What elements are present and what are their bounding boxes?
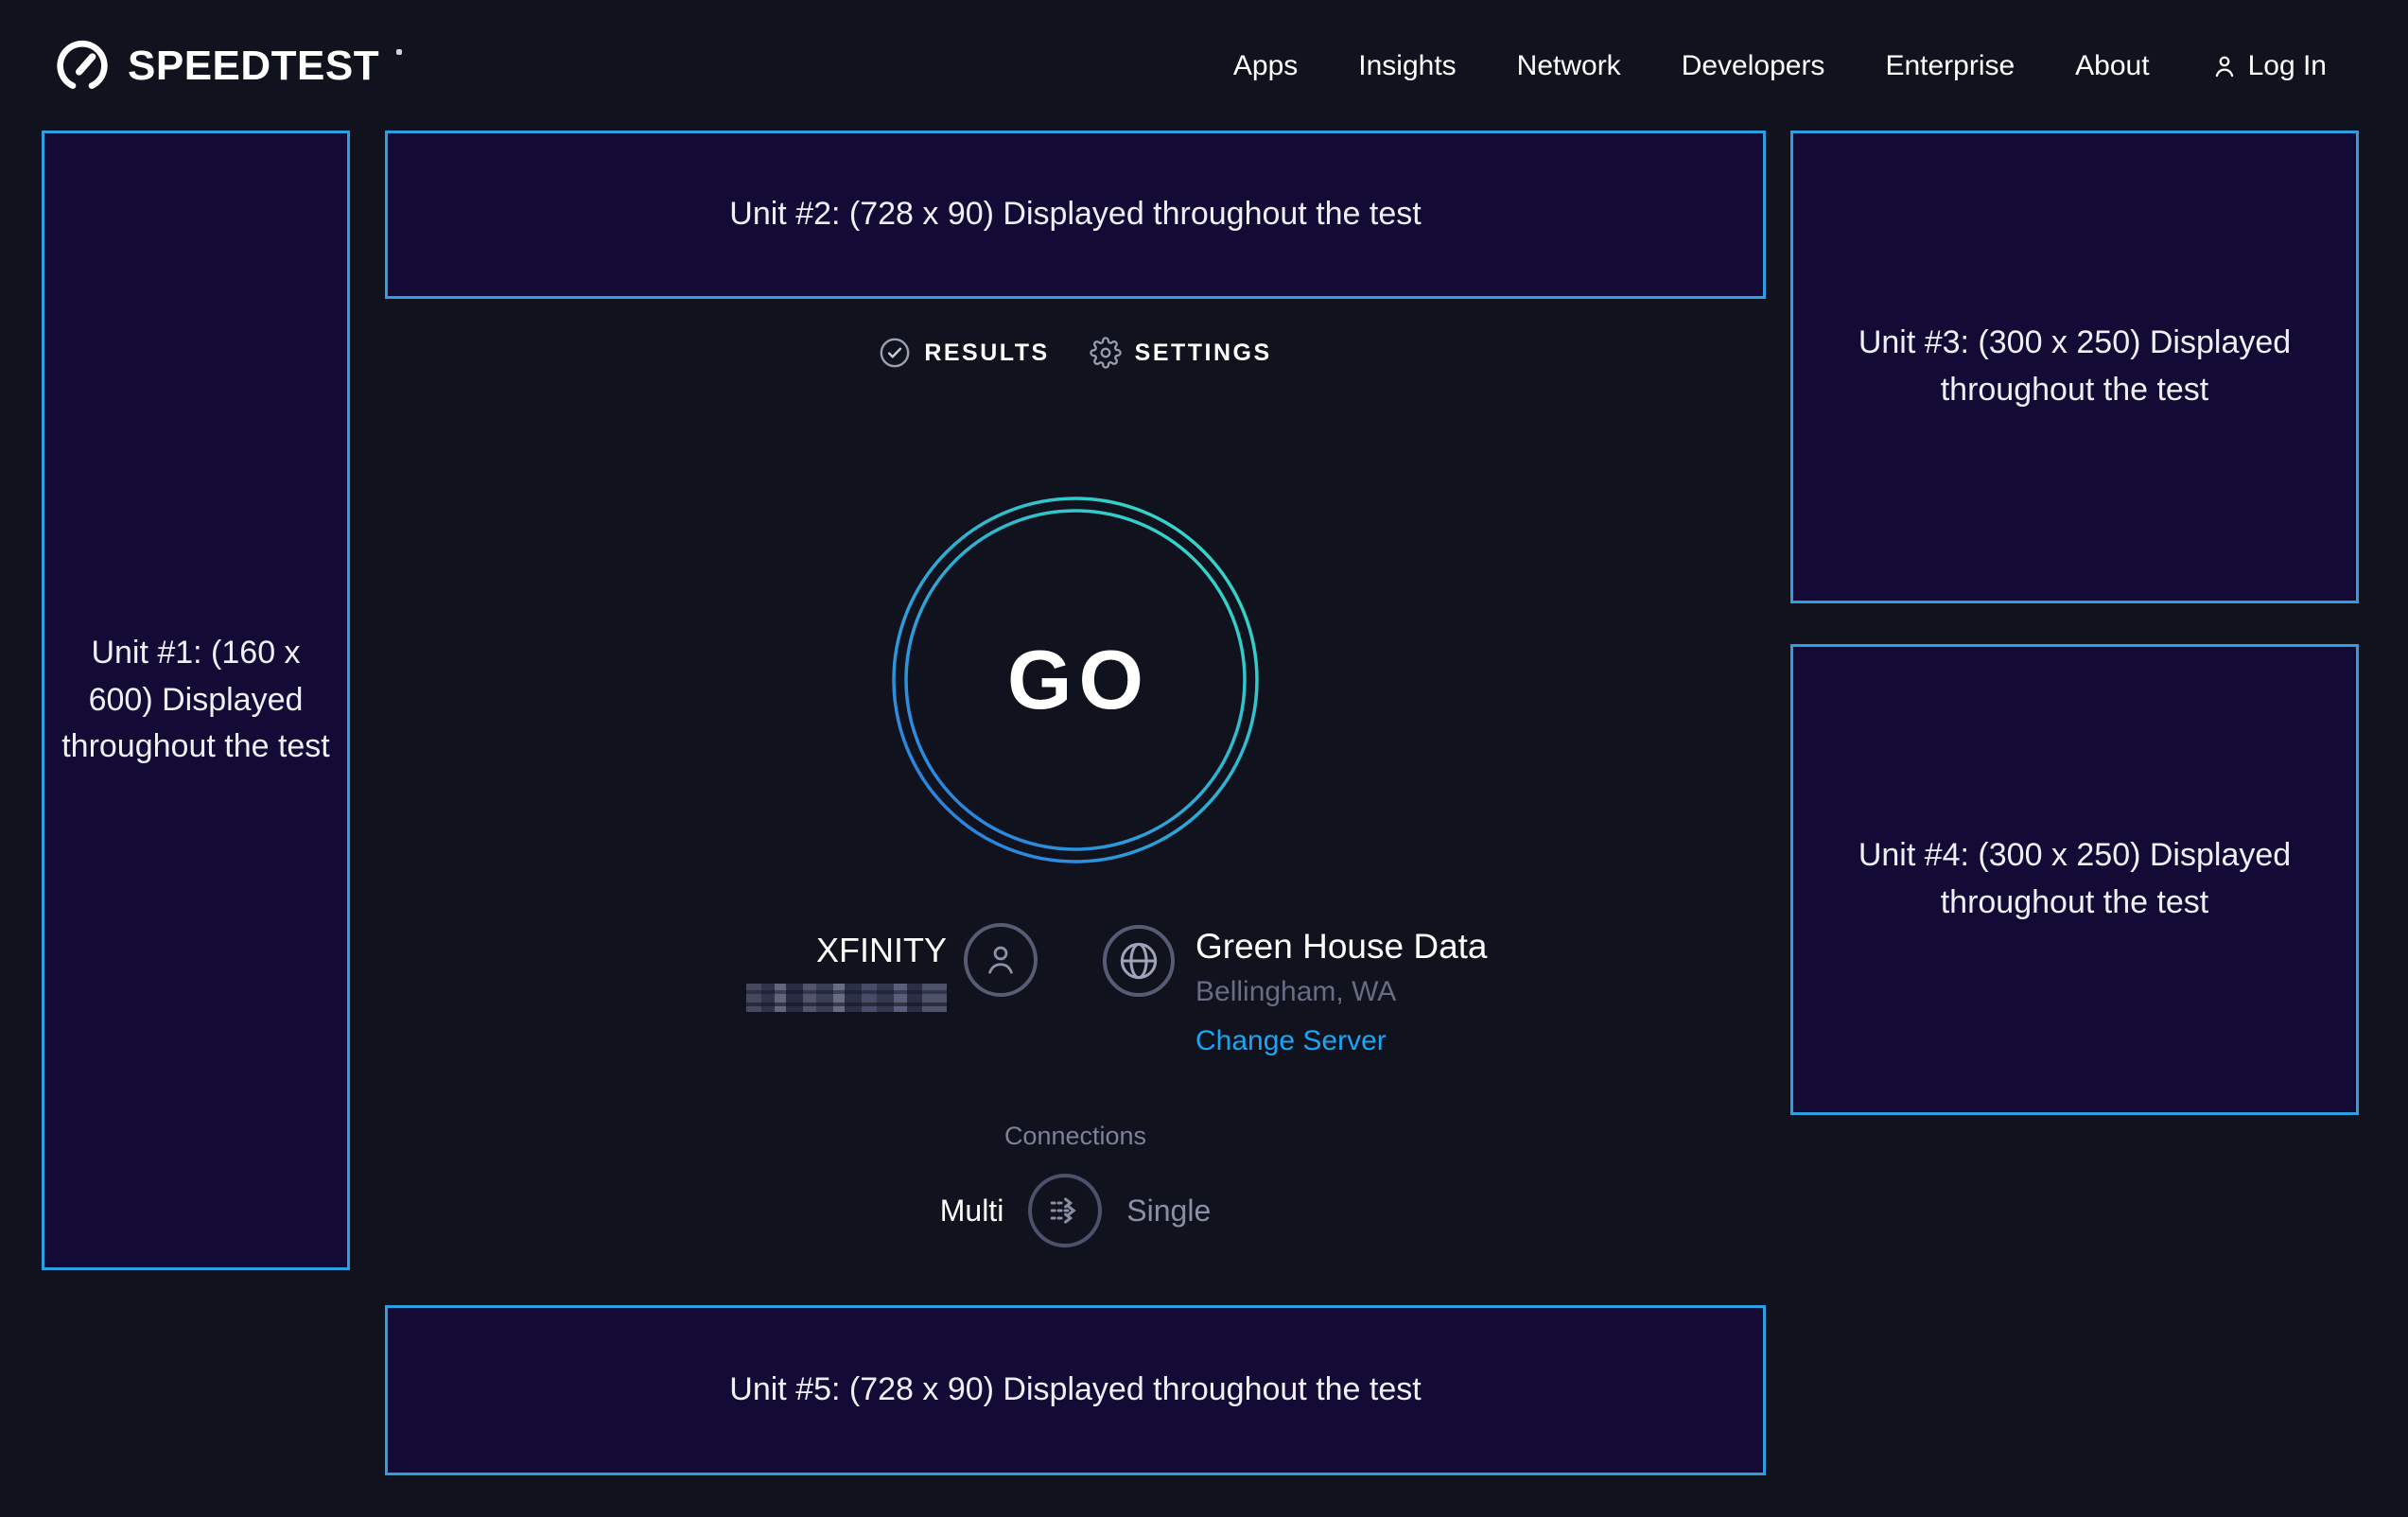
user-icon: [981, 940, 1021, 980]
go-label: GO: [892, 497, 1259, 863]
globe-icon: [1117, 939, 1160, 983]
tab-bar: RESULTS SETTINGS: [385, 337, 1766, 369]
login-label: Log In: [2248, 50, 2327, 82]
nav-item-developers[interactable]: Developers: [1682, 50, 1825, 82]
nav-item-about[interactable]: About: [2075, 50, 2149, 82]
user-icon: [2210, 52, 2239, 80]
ad-unit-1-skyscraper[interactable]: Unit #1: (160 x 600) Displayed throughou…: [42, 131, 350, 1270]
change-server-link[interactable]: Change Server: [1195, 1025, 1387, 1057]
ad-unit-5-leaderboard[interactable]: Unit #5: (728 x 90) Displayed throughout…: [385, 1305, 1766, 1475]
server-info: Green House Data Bellingham, WA Change S…: [1103, 923, 1488, 1057]
ad-unit-4-rectangle[interactable]: Unit #4: (300 x 250) Displayed throughou…: [1790, 644, 2359, 1115]
connection-mode-multi[interactable]: Multi: [940, 1194, 1004, 1229]
isp-avatar-circle: [964, 923, 1038, 997]
server-name: Green House Data: [1195, 927, 1488, 967]
speedtest-logo[interactable]: SPEEDTEST: [52, 36, 402, 96]
ad-unit-1-text: Unit #1: (160 x 600) Displayed throughou…: [59, 630, 333, 772]
redacted-ip-address: [746, 984, 947, 1012]
gear-icon: [1090, 337, 1122, 369]
login-button[interactable]: Log In: [2210, 50, 2327, 82]
isp-texts: XFINITY: [746, 931, 947, 1012]
isp-name: XFINITY: [816, 931, 947, 970]
speedometer-gauge-icon: [52, 36, 113, 96]
tab-results[interactable]: RESULTS: [879, 337, 1049, 369]
connections-label: Connections: [385, 1122, 1766, 1151]
ad-unit-3-text: Unit #3: (300 x 250) Displayed throughou…: [1853, 320, 2297, 414]
connection-mode-toggle[interactable]: [1028, 1174, 1102, 1247]
nav-item-network[interactable]: Network: [1517, 50, 1621, 82]
top-nav-bar: SPEEDTEST Apps Insights Network Develope…: [0, 0, 2408, 132]
go-button[interactable]: GO: [892, 497, 1259, 863]
tab-settings[interactable]: SETTINGS: [1090, 337, 1272, 369]
nav-item-apps[interactable]: Apps: [1233, 50, 1298, 82]
connections-row: Multi Single: [385, 1174, 1766, 1247]
ad-unit-3-rectangle[interactable]: Unit #3: (300 x 250) Displayed throughou…: [1790, 131, 2359, 603]
tab-results-label: RESULTS: [924, 340, 1049, 367]
ad-unit-2-text: Unit #2: (728 x 90) Displayed throughout…: [729, 191, 1421, 238]
ad-unit-4-text: Unit #4: (300 x 250) Displayed throughou…: [1853, 832, 2297, 927]
ad-unit-5-text: Unit #5: (728 x 90) Displayed throughout…: [729, 1367, 1421, 1414]
trademark-mark: [396, 49, 402, 55]
server-texts: Green House Data Bellingham, WA Change S…: [1195, 927, 1488, 1057]
server-location: Bellingham, WA: [1195, 976, 1396, 1008]
multi-connection-arrows-icon: [1043, 1189, 1087, 1232]
server-globe-circle: [1103, 925, 1175, 997]
nav-item-insights[interactable]: Insights: [1358, 50, 1456, 82]
nav-item-enterprise[interactable]: Enterprise: [1885, 50, 2015, 82]
main-nav: Apps Insights Network Developers Enterpr…: [1233, 50, 2327, 82]
check-circle-icon: [879, 337, 911, 369]
connection-mode-single[interactable]: Single: [1126, 1194, 1211, 1229]
tab-settings-label: SETTINGS: [1135, 340, 1272, 367]
connections-section: Connections Multi Single: [385, 1122, 1766, 1247]
isp-info: XFINITY: [746, 923, 1038, 1012]
logo-wordmark: SPEEDTEST: [128, 45, 379, 87]
ad-unit-2-leaderboard[interactable]: Unit #2: (728 x 90) Displayed throughout…: [385, 131, 1766, 299]
